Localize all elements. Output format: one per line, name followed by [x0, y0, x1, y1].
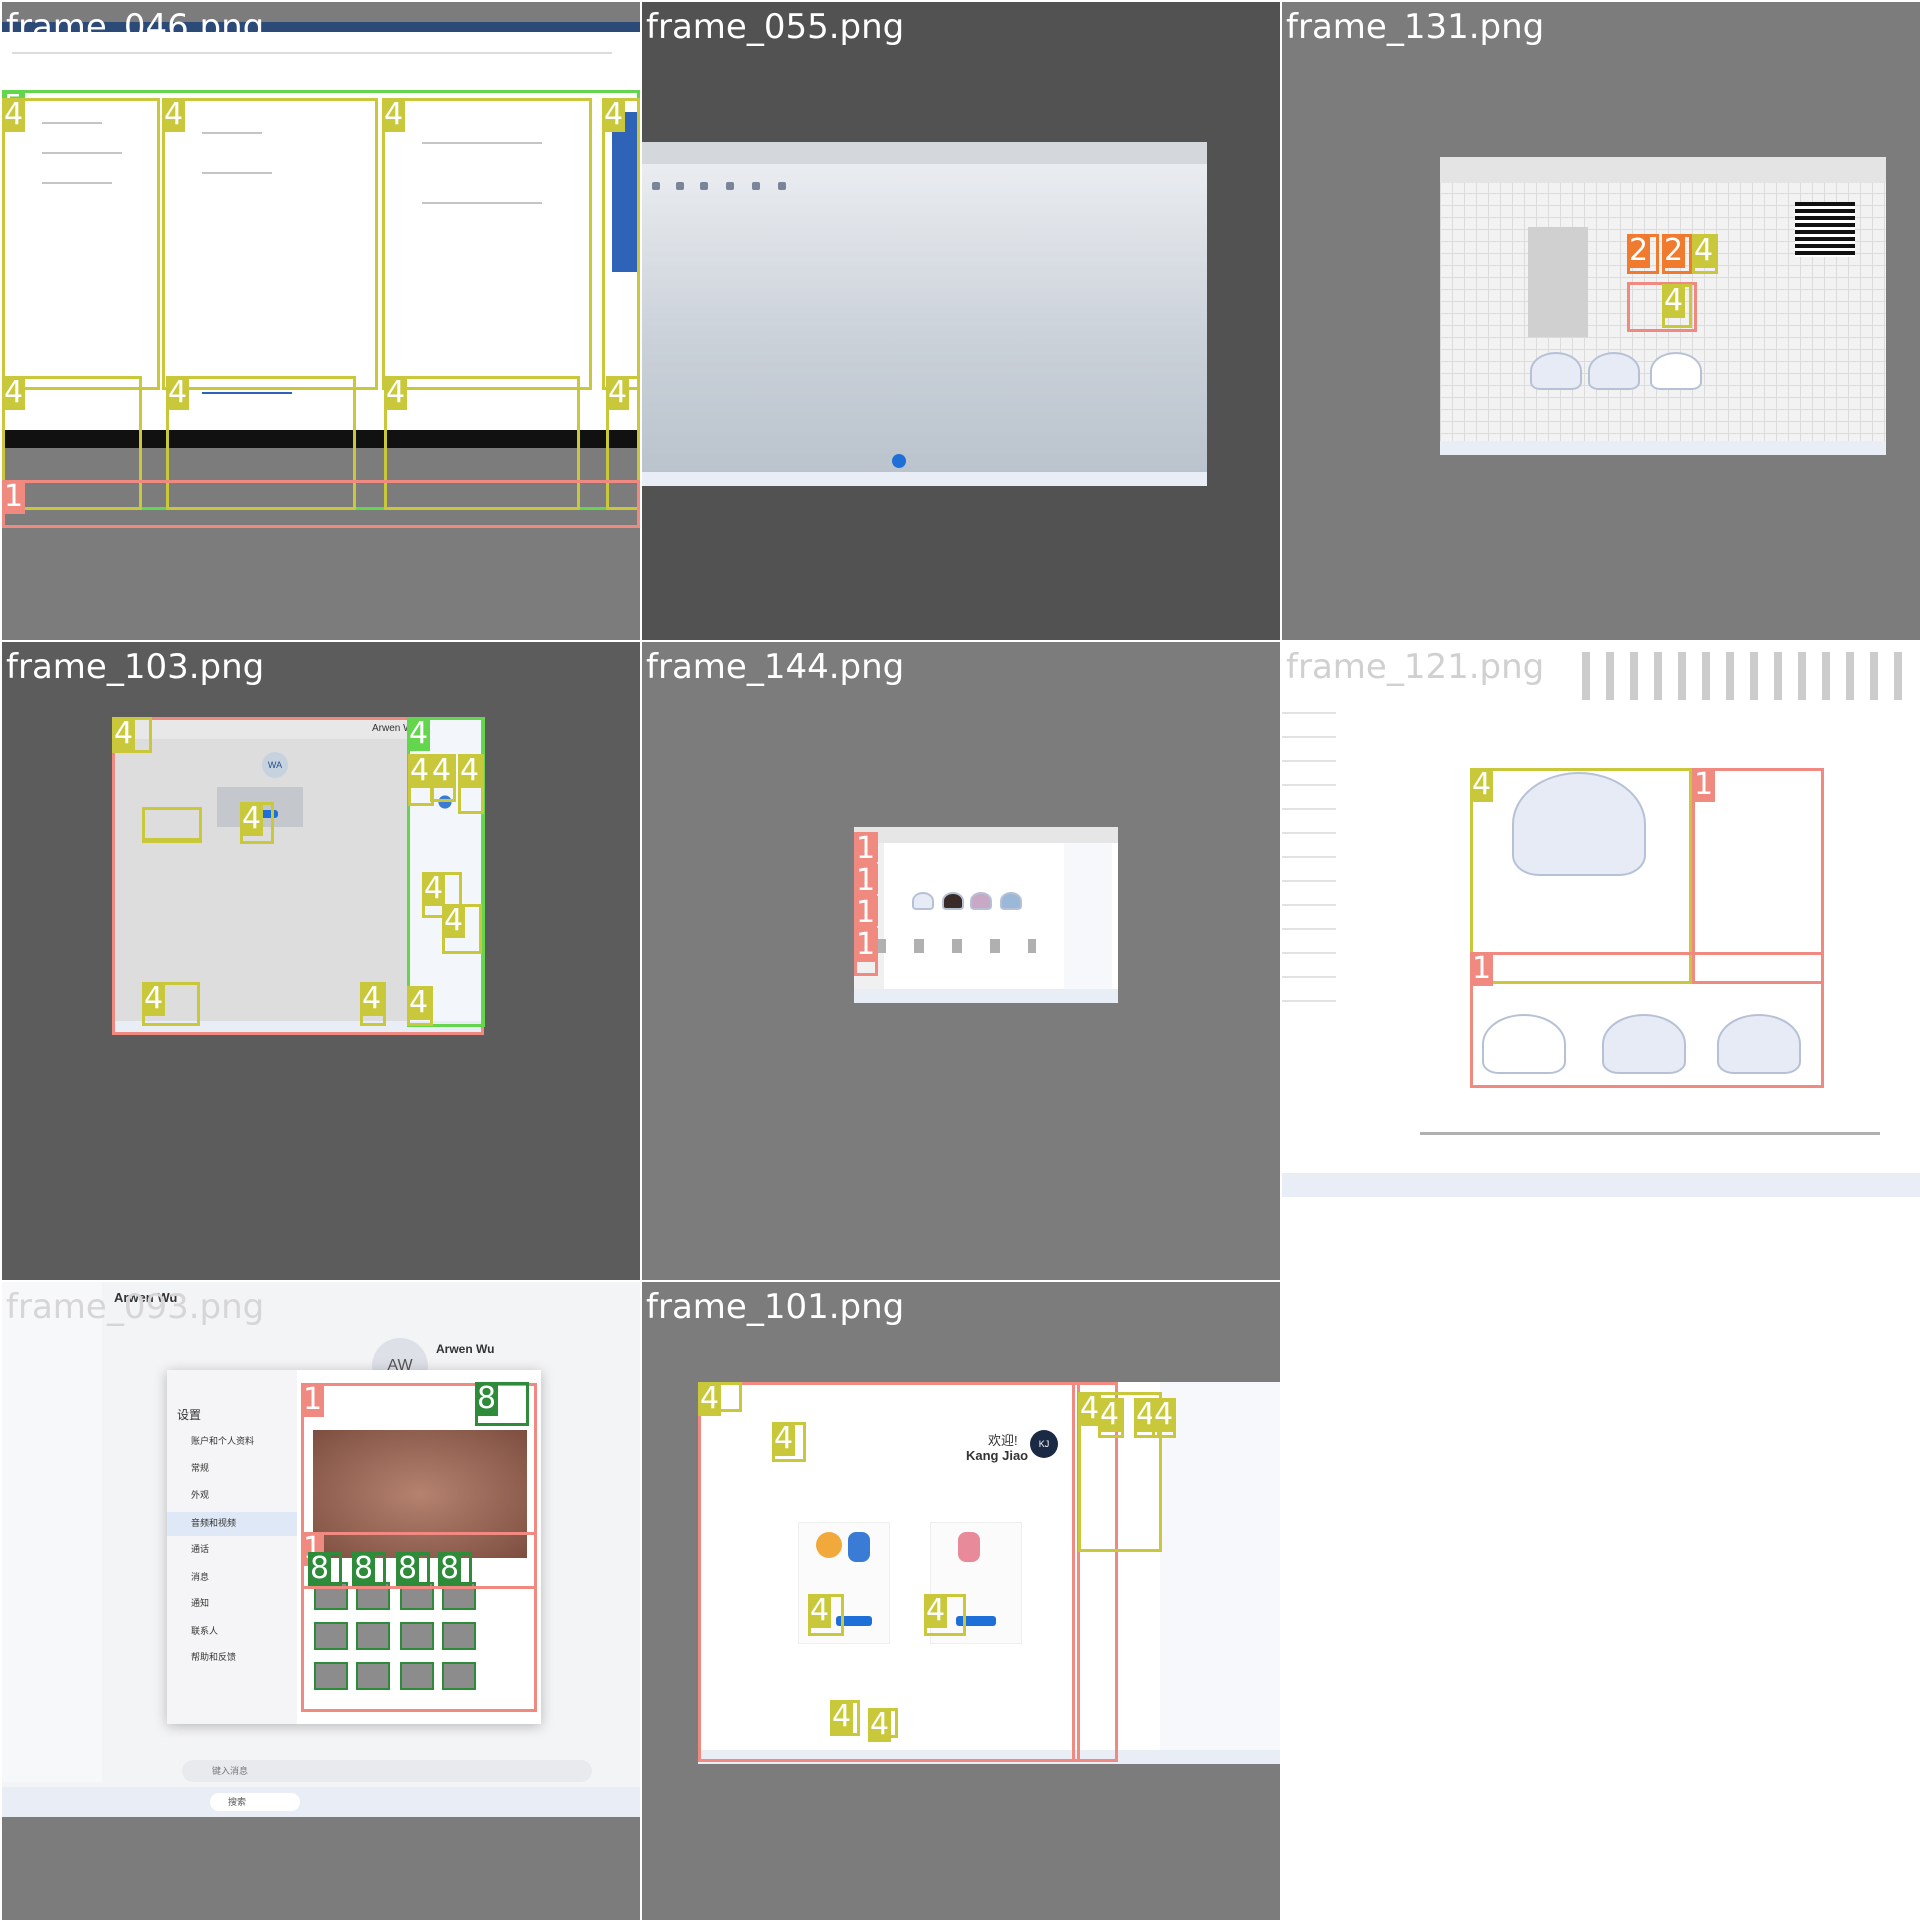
menu-item[interactable]: 音频和视频: [191, 1516, 236, 1529]
detection-box: 2: [1662, 234, 1692, 274]
detection-box: 4: [868, 1708, 898, 1742]
detection-box: 4: [1692, 234, 1718, 274]
tile-label: frame_046.png: [6, 7, 265, 47]
menu-item[interactable]: 常规: [191, 1461, 209, 1474]
detection-box: [698, 1382, 1080, 1762]
detection-box: 4: [382, 98, 592, 390]
menu-item[interactable]: 联系人: [191, 1624, 218, 1637]
detection-box: 1: [854, 864, 878, 898]
detection-box: 4: [442, 904, 482, 954]
detection-box: 8: [352, 1552, 386, 1586]
detection-box: 4: [772, 1422, 806, 1462]
detection-box: 1: [1470, 952, 1824, 1088]
search-input[interactable]: 搜索: [228, 1795, 246, 1808]
detection-box: 4: [602, 98, 640, 390]
detection-box: 4: [1152, 1398, 1176, 1438]
tile-frame-103: Arwen Wu WA 4 4 4 4 4 4 4 4 4 4 4 frame_…: [2, 642, 640, 1280]
detection-box: 4: [112, 717, 152, 753]
detection-box: 4: [698, 1382, 742, 1416]
detection-box: 8: [396, 1552, 430, 1586]
tile-label: frame_103.png: [6, 647, 265, 687]
menu-item[interactable]: 通知: [191, 1596, 209, 1609]
detection-box: 4: [808, 1594, 844, 1636]
detection-box: 4: [2, 98, 160, 390]
detection-box: 2: [1627, 234, 1659, 274]
tile-frame-144: 1 1 1 1 frame_144.png: [642, 642, 1280, 1280]
message-input[interactable]: 键入消息: [212, 1764, 248, 1777]
detection-box: 4: [458, 754, 484, 814]
tile-frame-055: frame_055.png: [642, 2, 1280, 640]
settings-title: 设置: [177, 1408, 202, 1422]
tile-label: frame_055.png: [646, 7, 905, 47]
detection-box: 1: [2, 480, 640, 528]
design-app-screenshot: [854, 827, 1118, 1003]
contact-name: Arwen Wu: [436, 1342, 495, 1356]
detection-box: 1: [854, 896, 878, 930]
detection-box: 4: [407, 986, 433, 1026]
detection-box: 4: [1098, 1398, 1124, 1438]
menu-item[interactable]: 帮助和反馈: [191, 1650, 236, 1663]
detection-box: 4: [162, 98, 378, 390]
detection-box: 8: [308, 1552, 342, 1586]
tile-frame-101: KJ 欢迎! Kang Jiao 4 4 4 4 4 4 4 4 4 4 fra…: [642, 1282, 1280, 1920]
menu-item[interactable]: 外观: [191, 1488, 209, 1501]
tile-frame-121: 4 1 1 frame_121.png: [1282, 642, 1920, 1280]
detection-box: 4: [1662, 284, 1692, 328]
detection-box: 4: [142, 982, 200, 1026]
detection-box: 4: [924, 1594, 966, 1636]
detection-box: [142, 807, 202, 843]
detection-box: 8: [475, 1382, 529, 1426]
menu-item[interactable]: 通话: [191, 1542, 209, 1555]
detection-box: 1: [854, 832, 878, 866]
tile-frame-093: Arwen Wu AW Arwen Wu 设置 账户和个人资料 常规 外观 音频…: [2, 1282, 640, 1920]
detection-box: 4: [830, 1700, 860, 1736]
detection-box: 4: [240, 802, 274, 844]
detection-box: 8: [438, 1552, 472, 1586]
desktop-screenshot: [642, 142, 1207, 486]
tile-label: frame_121.png: [1286, 647, 1545, 687]
detection-box: 1: [854, 928, 878, 976]
detection-box: 4: [360, 982, 386, 1026]
tile-frame-046: 5 4 4 4 4 4 4 4 4 1 frame_046.png: [2, 2, 640, 640]
menu-item[interactable]: 消息: [191, 1570, 209, 1583]
menu-item[interactable]: 账户和个人资料: [191, 1434, 254, 1447]
tile-label: frame_131.png: [1286, 7, 1545, 47]
tile-label: frame_144.png: [646, 647, 905, 687]
tile-label: frame_101.png: [646, 1287, 905, 1327]
detection-box: 4: [430, 754, 456, 802]
tile-label: frame_093.png: [6, 1287, 265, 1327]
tile-frame-131: 2 2 4 4 frame_131.png: [1282, 2, 1920, 640]
